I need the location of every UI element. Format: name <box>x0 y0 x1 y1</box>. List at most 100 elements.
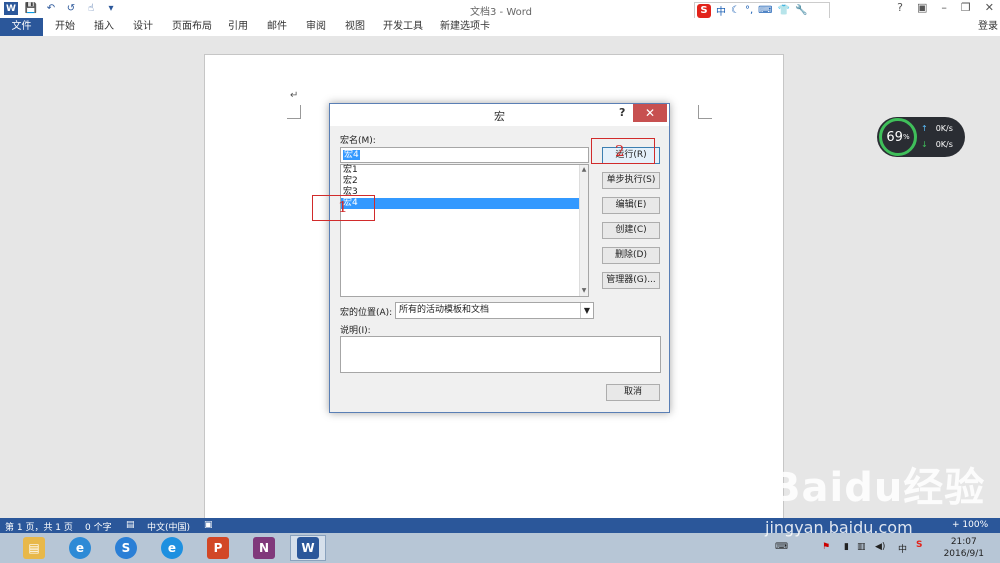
ribbon-tabs: 文件 开始 插入 设计 页面布局 引用 邮件 审阅 视图 开发工具 新建选项卡 … <box>0 18 1000 36</box>
title-bar: W 💾 ↶ ↺ ☝ ▾ 文档3 - Word ? ▣ – ❐ ✕ <box>0 0 1000 18</box>
undo-icon[interactable]: ↶ <box>44 2 58 15</box>
macro-name-input[interactable]: 宏4 <box>340 147 589 163</box>
touch-mode-icon[interactable]: ☝ <box>84 2 98 15</box>
tab-developer[interactable]: 开发工具 <box>383 18 423 36</box>
tab-view[interactable]: 视图 <box>345 18 365 36</box>
page-count[interactable]: 第 1 页，共 1 页 <box>5 520 73 533</box>
word-taskbar-icon[interactable]: W <box>290 535 326 561</box>
internet-explorer-icon[interactable]: e <box>62 535 98 561</box>
margin-corner-right <box>698 105 712 119</box>
macro-list-item[interactable]: 宏3 <box>341 187 580 198</box>
quick-access-toolbar: W 💾 ↶ ↺ ☝ ▾ <box>4 2 118 15</box>
upload-speed: ↑ 0K/s <box>921 124 963 133</box>
wrench-icon[interactable]: 🔧 <box>795 5 807 16</box>
edit-button[interactable]: 编辑(E) <box>602 197 660 214</box>
description-label: 说明(I): <box>340 326 371 336</box>
keyboard-tray-icon[interactable]: ⌨ <box>775 542 788 552</box>
language-indicator[interactable]: 中文(中国) <box>147 520 190 533</box>
sogou-tray-icon[interactable]: S <box>916 540 922 550</box>
dialog-title-bar: 宏 ? ✕ <box>330 104 669 126</box>
organizer-button[interactable]: 管理器(G)... <box>602 272 660 289</box>
macro-list-scrollbar[interactable]: ▲ ▼ <box>579 165 588 296</box>
macro-location-value: 所有的活动模板和文档 <box>399 305 490 315</box>
step-into-button[interactable]: 单步执行(S) <box>602 172 660 189</box>
paragraph-mark: ↵ <box>290 90 299 101</box>
margin-corner-left <box>287 105 301 119</box>
dialog-close-button[interactable]: ✕ <box>633 104 667 122</box>
action-center-icon[interactable]: ⚑ <box>822 542 830 552</box>
annotation-number-1: 1 <box>338 198 348 216</box>
customize-qat-icon[interactable]: ▾ <box>104 2 118 15</box>
login-link[interactable]: 登录 <box>978 18 998 36</box>
tab-home[interactable]: 开始 <box>55 18 75 36</box>
word-app-icon[interactable]: W <box>4 2 18 15</box>
macro-name-label: 宏名(M): <box>340 136 376 146</box>
create-button[interactable]: 创建(C) <box>602 222 660 239</box>
download-speed: ↓ 0K/s <box>921 140 963 149</box>
clock-time: 21:07 <box>950 537 977 547</box>
upload-speed-value: 0K/s <box>935 124 953 133</box>
annotation-number-2: 2 <box>615 142 625 160</box>
tab-mailings[interactable]: 邮件 <box>267 18 287 36</box>
moon-icon[interactable]: ☾ <box>731 5 740 16</box>
baidu-watermark-url: jingyan.baidu.com <box>765 518 913 537</box>
tab-design[interactable]: 设计 <box>133 18 153 36</box>
window-title: 文档3 - Word <box>470 7 533 18</box>
ie-browser-icon[interactable]: e <box>154 535 190 561</box>
battery-icon[interactable]: ▮ <box>844 542 849 552</box>
keyboard-icon[interactable]: ⌨ <box>758 5 772 16</box>
description-box <box>340 336 661 373</box>
window-controls: ? ▣ – ❐ ✕ <box>897 1 994 14</box>
scroll-up-icon[interactable]: ▲ <box>580 166 588 174</box>
file-explorer-icon[interactable]: ▤ <box>16 535 52 561</box>
cancel-button[interactable]: 取消 <box>606 384 660 401</box>
macro-list-item-selected[interactable]: 宏4 <box>341 198 580 209</box>
restore-icon[interactable]: ❐ <box>961 1 971 14</box>
close-window-icon[interactable]: ✕ <box>985 1 994 14</box>
chevron-down-icon[interactable]: ▼ <box>580 303 593 318</box>
delete-button[interactable]: 删除(D) <box>602 247 660 264</box>
dialog-title: 宏 <box>494 110 505 123</box>
macro-dialog: 宏 ? ✕ 宏名(M): 宏4 宏1 宏2 宏3 宏4 ▲ ▼ 运行(R) 单步… <box>312 103 670 413</box>
download-arrow-icon: ↓ <box>921 140 928 149</box>
skin-icon[interactable]: 👕 <box>778 5 790 16</box>
volume-icon[interactable]: ◀) <box>875 542 885 552</box>
scroll-down-icon[interactable]: ▼ <box>580 287 588 295</box>
macro-name-value: 宏4 <box>343 150 360 160</box>
onenote-icon[interactable]: N <box>246 535 282 561</box>
taskbar: ▤ e S e P N W ⌨ ⚑ ▮ ▥ ◀) 中 S 21:07 2016/… <box>0 533 1000 563</box>
tray-ime-indicator[interactable]: 中 <box>898 542 907 555</box>
help-icon[interactable]: ? <box>897 1 903 14</box>
macro-location-select[interactable]: 所有的活动模板和文档 ▼ <box>395 302 594 319</box>
macro-list[interactable]: 宏1 宏2 宏3 宏4 ▲ ▼ <box>340 164 589 297</box>
ribbon-display-icon[interactable]: ▣ <box>917 1 927 14</box>
powerpoint-icon[interactable]: P <box>200 535 236 561</box>
macro-list-item[interactable]: 宏1 <box>341 165 580 176</box>
proofing-icon[interactable]: ▤ <box>126 520 135 530</box>
baidu-watermark: Baidu经验 <box>770 465 986 511</box>
ime-mode-indicator[interactable]: 中 <box>716 3 726 18</box>
tab-page-layout[interactable]: 页面布局 <box>172 18 212 36</box>
dialog-help-icon[interactable]: ? <box>619 106 625 119</box>
sogou-logo-icon[interactable]: S <box>697 3 711 18</box>
macro-list-item[interactable]: 宏2 <box>341 176 580 187</box>
tab-references[interactable]: 引用 <box>228 18 248 36</box>
tab-new-tab[interactable]: 新建选项卡 <box>440 18 490 36</box>
word-count[interactable]: 0 个字 <box>85 520 112 533</box>
redo-icon[interactable]: ↺ <box>64 2 78 15</box>
network-icon[interactable]: ▥ <box>857 542 866 552</box>
system-clock[interactable]: 21:07 2016/9/1 <box>944 536 984 560</box>
network-speed-widget[interactable]: 69% ↑ 0K/s ↓ 0K/s <box>877 117 965 157</box>
tab-file[interactable]: 文件 <box>0 18 43 36</box>
macro-record-icon[interactable]: ▣ <box>204 520 213 530</box>
sogou-ime-toolbar[interactable]: S 中 ☾ °, ⌨ 👕 🔧 <box>694 2 830 19</box>
minimize-icon[interactable]: – <box>941 1 947 14</box>
zoom-level[interactable]: + 100% <box>952 520 988 530</box>
sogou-browser-icon[interactable]: S <box>108 535 144 561</box>
save-icon[interactable]: 💾 <box>24 2 38 15</box>
upload-arrow-icon: ↑ <box>921 124 928 133</box>
tab-review[interactable]: 审阅 <box>306 18 326 36</box>
tab-insert[interactable]: 插入 <box>94 18 114 36</box>
punctuation-icon[interactable]: °, <box>745 5 753 16</box>
download-speed-value: 0K/s <box>935 140 953 149</box>
